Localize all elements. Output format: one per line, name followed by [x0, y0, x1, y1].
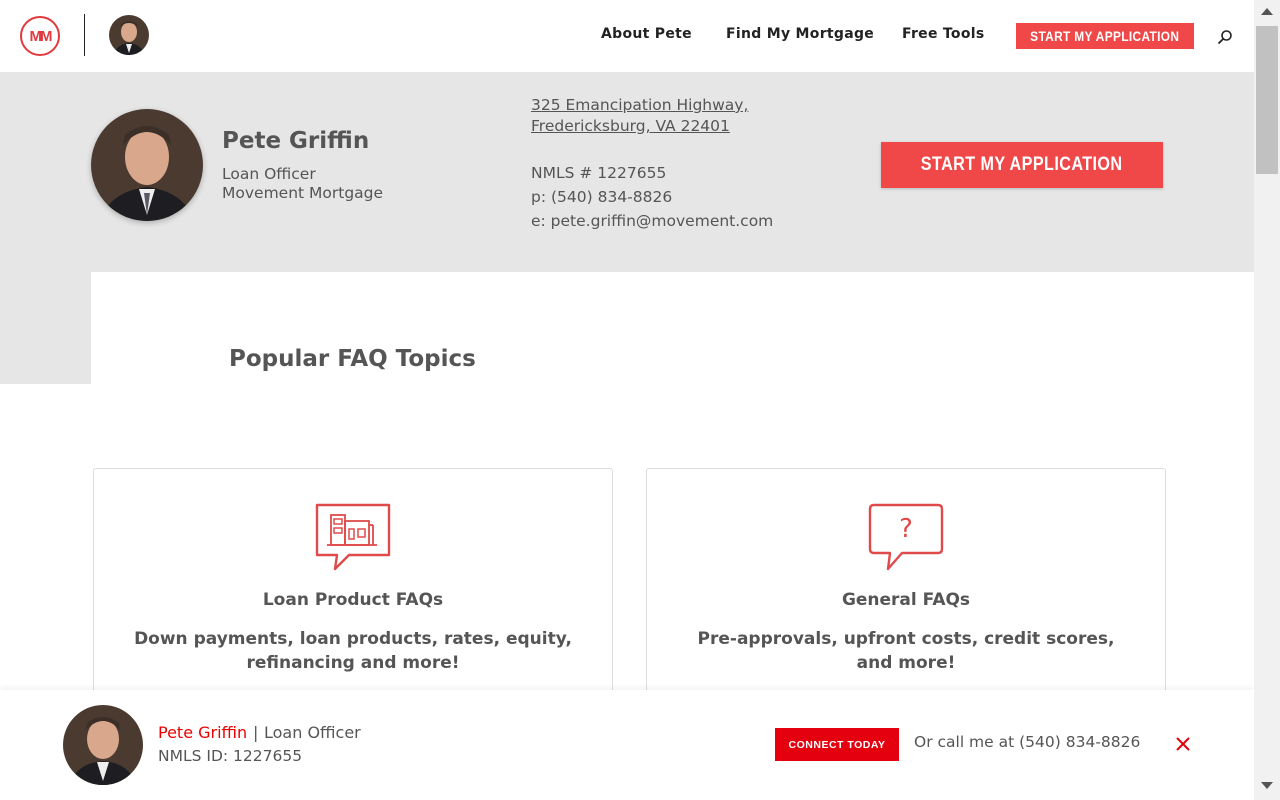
faq-card-loan-product[interactable]: Loan Product FAQs Down payments, loan pr…: [93, 468, 613, 708]
nav-find-my-mortgage[interactable]: Find My Mortgage: [726, 26, 874, 42]
nav-free-tools[interactable]: Free Tools: [902, 26, 985, 42]
logo-text: MM: [29, 27, 53, 45]
nav-divider: [84, 14, 85, 56]
faq-card-general[interactable]: ? General FAQs Pre-approvals, upfront co…: [646, 468, 1166, 708]
address-line-1[interactable]: 325 Emancipation Highway,: [531, 96, 748, 114]
contact-bar-role: Loan Officer: [264, 723, 361, 742]
profile-nmls: NMLS # 1227655: [531, 164, 667, 182]
scroll-down-arrow-icon[interactable]: [1261, 782, 1273, 789]
nav-start-application-button[interactable]: START MY APPLICATION: [1016, 23, 1194, 49]
contact-bar-name[interactable]: Pete Griffin: [158, 723, 247, 742]
contact-bar-separator: |: [253, 723, 259, 742]
faq-heading: Popular FAQ Topics: [229, 346, 476, 372]
buildings-chat-icon: [315, 503, 391, 571]
scrollbar-thumb[interactable]: [1256, 26, 1278, 174]
profile-photo: [91, 109, 203, 221]
start-application-button[interactable]: START MY APPLICATION: [881, 142, 1163, 188]
connect-today-button[interactable]: CONNECT TODAY: [775, 728, 899, 761]
nav-avatar[interactable]: [109, 15, 149, 55]
scroll-up-arrow-icon[interactable]: [1261, 8, 1273, 15]
profile-phone[interactable]: p: (540) 834-8826: [531, 188, 672, 206]
movement-logo[interactable]: MM: [20, 16, 60, 56]
top-navigation: MM About Pete Find My Mortgage Free Tool…: [0, 0, 1254, 72]
close-icon[interactable]: [1175, 736, 1191, 752]
profile-title: Loan Officer: [222, 165, 316, 183]
nav-about-pete[interactable]: About Pete: [601, 26, 692, 42]
contact-bar-nmls: NMLS ID: 1227655: [158, 747, 303, 765]
nav-cta-label: START MY APPLICATION: [1030, 28, 1180, 44]
hero-cta-label: START MY APPLICATION: [921, 154, 1123, 175]
card-description: Down payments, loan products, rates, equ…: [134, 629, 572, 673]
address-line-2[interactable]: Fredericksburg, VA 22401: [531, 117, 730, 135]
contact-bar-avatar: [63, 705, 143, 785]
hero-strip: [0, 272, 91, 384]
svg-text:?: ?: [899, 514, 913, 544]
profile-name: Pete Griffin: [222, 128, 370, 154]
call-me-text[interactable]: Or call me at (540) 834-8826: [914, 733, 1140, 751]
profile-company: Movement Mortgage: [222, 184, 384, 202]
card-title: General FAQs: [841, 590, 971, 610]
card-title: Loan Product FAQs: [262, 590, 444, 610]
profile-email[interactable]: e: pete.griffin@movement.com: [531, 212, 773, 230]
question-chat-icon: ?: [868, 503, 944, 571]
search-icon[interactable]: [1217, 29, 1233, 45]
card-description: Pre-approvals, upfront costs, credit sco…: [697, 629, 1115, 673]
